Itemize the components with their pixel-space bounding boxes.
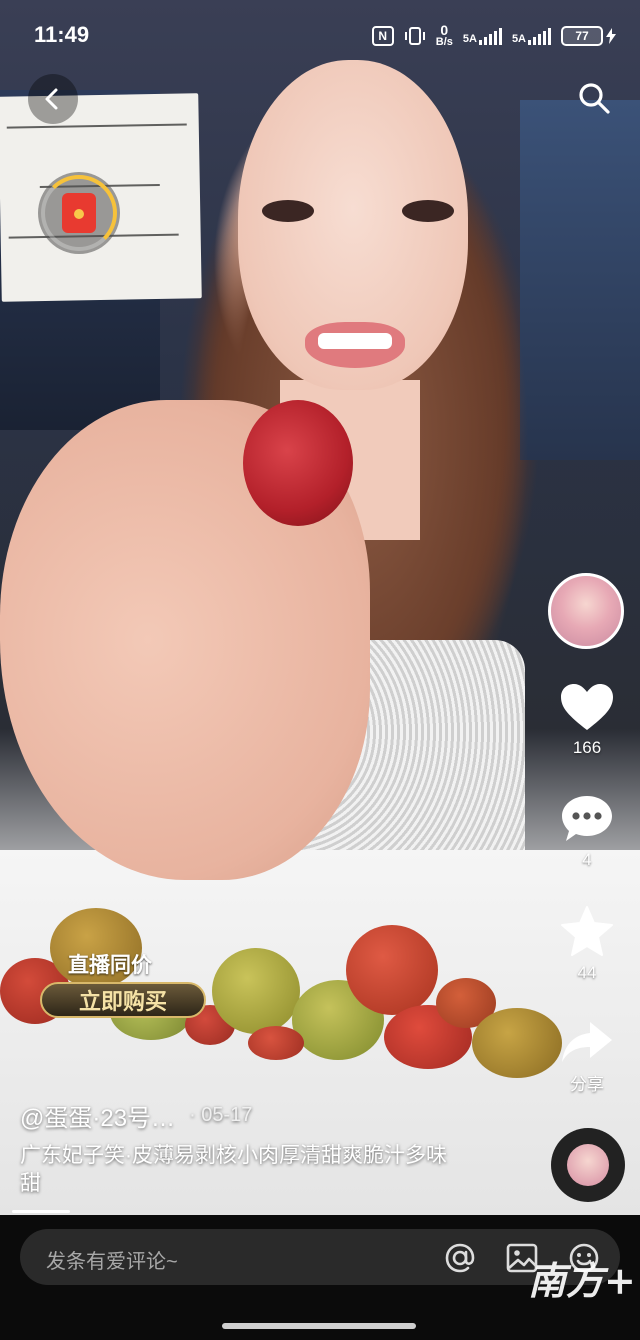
status-icons: N 0 B/s 5A 5A 77	[371, 22, 616, 48]
comment-input[interactable]: 发条有爱评论~	[46, 1245, 178, 1274]
favorite-count: 44	[577, 963, 597, 982]
mention-button[interactable]	[442, 1240, 478, 1276]
battery-level: 77	[561, 26, 603, 46]
at-icon	[445, 1243, 475, 1273]
lychee	[212, 948, 300, 1034]
status-bar: 11:49 N 0 B/s 5A 5A 77	[0, 0, 640, 70]
like-count: 166	[572, 738, 602, 757]
sim1-label: 5A	[462, 33, 477, 45]
charging-icon	[606, 28, 616, 44]
music-disc[interactable]	[551, 1128, 625, 1202]
comment-icon	[562, 796, 612, 841]
net-speed-unit: B/s	[435, 36, 453, 48]
share-action[interactable]: 分享	[550, 1018, 624, 1095]
home-indicator[interactable]	[222, 1323, 416, 1329]
live-purchase-tag[interactable]: 直播同价 立即购买	[14, 948, 206, 1020]
share-icon	[562, 1022, 612, 1062]
live-price-label: 直播同价	[68, 954, 152, 977]
watermark-logo: 南方+	[528, 1258, 636, 1303]
favorite-action[interactable]: 44	[550, 905, 624, 983]
like-action[interactable]: 166	[550, 682, 624, 758]
eye	[262, 200, 314, 222]
star-icon	[561, 906, 613, 956]
back-icon	[45, 88, 58, 110]
vibrate-icon	[404, 27, 425, 45]
net-speed-value: 0	[440, 22, 449, 38]
status-time: 11:49	[34, 22, 90, 47]
sim2-label: 5A	[511, 33, 526, 45]
post-description[interactable]: 广东妃子笑·皮薄易剥核小肉厚清甜爽脆汁多味甜	[20, 1142, 460, 1198]
search-icon	[579, 83, 610, 114]
signal-icon	[478, 27, 502, 45]
search-button[interactable]	[574, 78, 614, 118]
signal-icon	[528, 27, 551, 45]
heart-icon	[561, 684, 613, 730]
teeth	[318, 333, 392, 349]
red-packet-icon	[62, 193, 96, 233]
nfc-icon: N	[371, 26, 394, 46]
lychee	[248, 1026, 304, 1060]
buy-now-button[interactable]: 立即购买	[40, 982, 206, 1018]
lychee	[346, 925, 438, 1015]
post-date: · 05-17	[189, 1104, 253, 1126]
music-cover	[567, 1144, 609, 1186]
video-progress-bar[interactable]	[12, 1210, 70, 1213]
battery-indicator: 77	[561, 26, 616, 46]
sim2-signal: 5A	[512, 27, 551, 45]
red-packet-button[interactable]	[38, 172, 120, 254]
eye	[402, 200, 454, 222]
comment-action[interactable]: 4	[550, 794, 624, 870]
sim1-signal: 5A	[463, 27, 502, 45]
lychee	[472, 1008, 562, 1078]
share-label: 分享	[570, 1075, 604, 1094]
author-avatar[interactable]	[548, 573, 624, 649]
back-button[interactable]	[28, 74, 78, 124]
author-name[interactable]: @蛋蛋·23号…	[20, 1098, 175, 1133]
net-speed: 0 B/s	[435, 22, 453, 48]
post-meta: @蛋蛋·23号… · 05-17	[20, 1098, 252, 1133]
held-lychee	[243, 400, 353, 526]
comment-count: 4	[582, 850, 592, 869]
